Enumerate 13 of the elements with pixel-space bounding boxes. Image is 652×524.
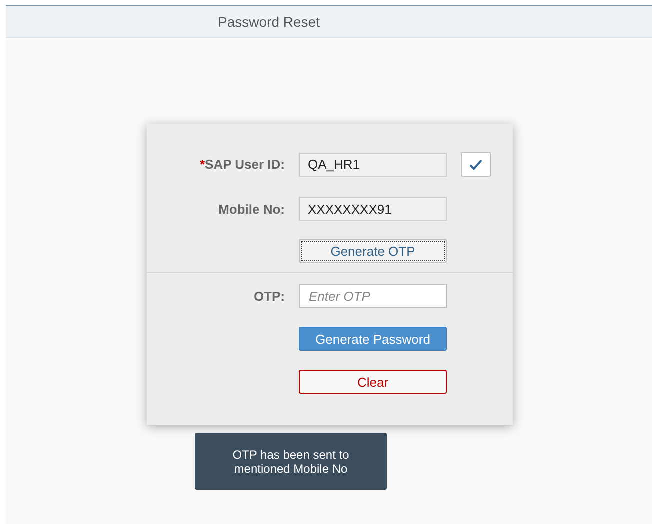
toast-message: OTP has been sent to mentioned Mobile No bbox=[232, 448, 350, 476]
user-id-field[interactable]: QA_HR1 bbox=[299, 152, 447, 176]
mobile-label: Mobile No: bbox=[218, 202, 285, 216]
mobile-field[interactable]: XXXXXXXX91 bbox=[299, 197, 447, 221]
otp-label: OTP: bbox=[252, 288, 285, 304]
page-title: Password Reset bbox=[218, 14, 320, 30]
check-icon bbox=[469, 158, 483, 170]
generate-otp-button[interactable]: Generate OTP bbox=[299, 239, 447, 263]
otp-field[interactable]: Enter OTP bbox=[299, 284, 447, 308]
clear-button[interactable]: Clear bbox=[299, 370, 447, 394]
user-id-label: *SAP User ID: bbox=[198, 157, 285, 172]
generate-password-button[interactable]: Generate Password bbox=[299, 327, 447, 351]
confirm-button[interactable] bbox=[461, 152, 491, 177]
